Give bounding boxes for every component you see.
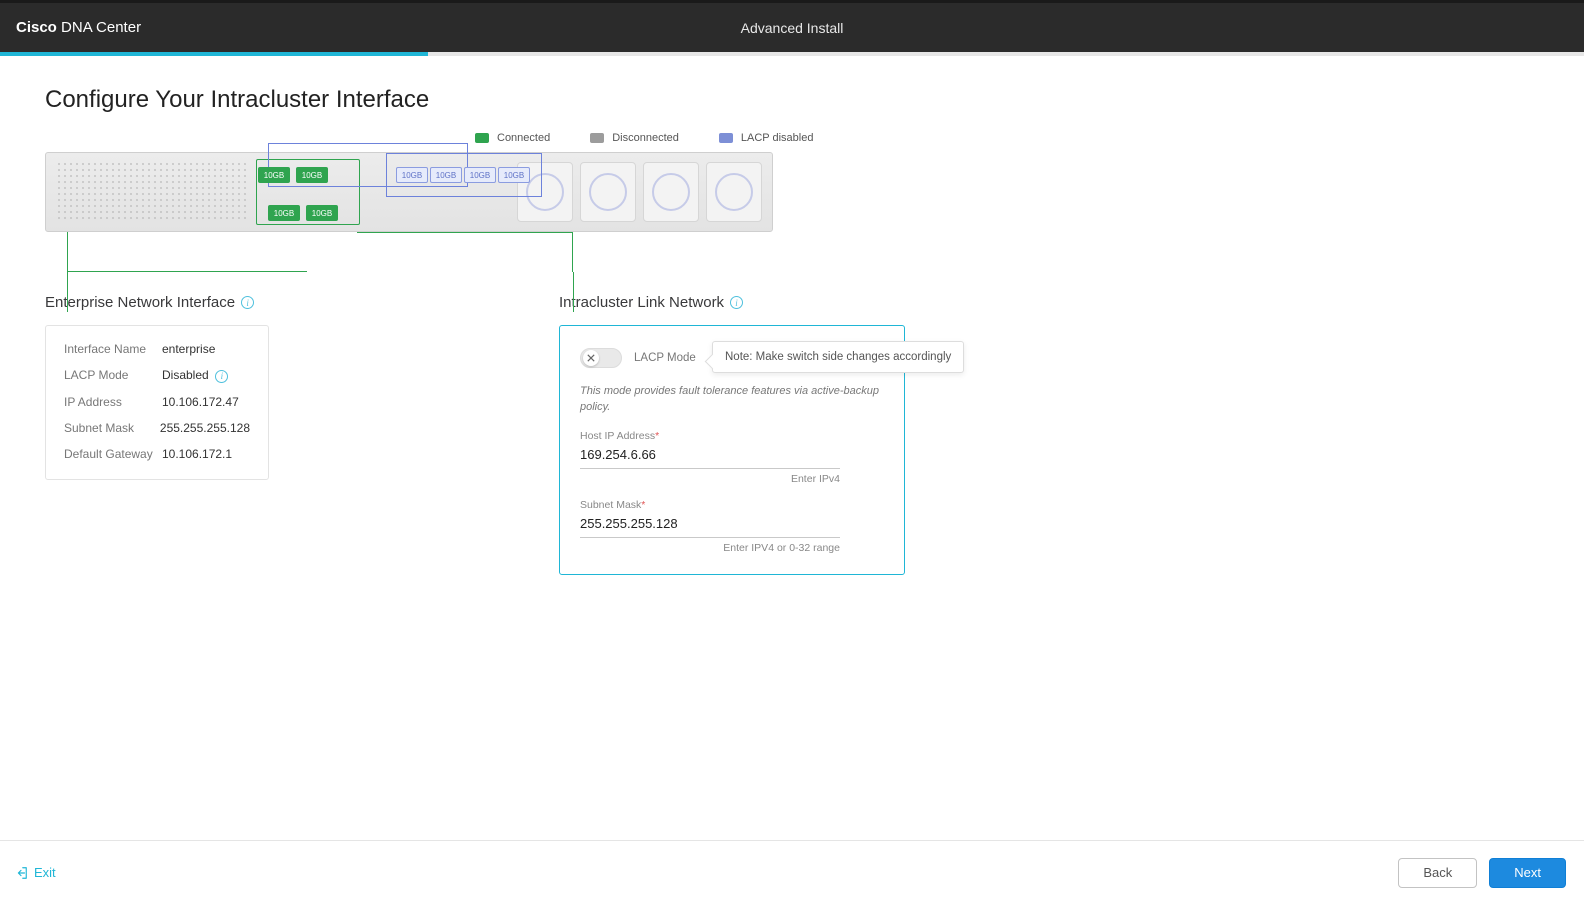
fan-icon — [589, 173, 627, 211]
info-icon[interactable]: i — [215, 370, 228, 383]
page-title: Configure Your Intracluster Interface — [45, 86, 1539, 114]
k-label: Interface Name — [64, 342, 162, 356]
kv-interface-name: Interface Nameenterprise — [64, 342, 250, 356]
server-right — [506, 153, 772, 231]
subnet-mask-label-text: Subnet Mask — [580, 499, 641, 511]
subnet-mask-label: Subnet Mask* — [580, 499, 884, 511]
kv-mask: Subnet Mask255.255.255.128 — [64, 421, 250, 435]
v-value: enterprise — [162, 342, 215, 356]
top-bar: Cisco DNA Center Advanced Install — [0, 0, 1584, 52]
fan-module — [706, 162, 762, 222]
ports-lacp: 10GB 10GB 10GB 10GB — [396, 167, 530, 183]
ports-top: 10GB 10GB — [258, 167, 328, 183]
port-10gb[interactable]: 10GB — [258, 167, 290, 183]
enterprise-title: Enterprise Network Interface i — [45, 294, 269, 311]
port-10gb-lacp[interactable]: 10GB — [396, 167, 428, 183]
wire-enterprise-drop — [67, 272, 68, 312]
kv-gateway: Default Gateway10.106.172.1 — [64, 447, 250, 461]
info-icon[interactable]: i — [730, 296, 743, 309]
info-icon[interactable]: i — [241, 296, 254, 309]
main-content: Configure Your Intracluster Interface Co… — [0, 56, 1584, 605]
legend-disconnected: Disconnected — [590, 132, 679, 144]
v-value: Disabled i — [162, 368, 228, 383]
exit-icon — [14, 866, 28, 880]
k-label: Default Gateway — [64, 447, 162, 461]
fan-module — [580, 162, 636, 222]
v-value: 10.106.172.47 — [162, 395, 239, 409]
page-mode-title: Advanced Install — [741, 20, 844, 36]
intracluster-card: LACP Mode Note: Make switch side changes… — [559, 325, 905, 575]
required-asterisk: * — [655, 430, 659, 442]
intracluster-title-text: Intracluster Link Network — [559, 294, 724, 311]
fan-module — [643, 162, 699, 222]
wire-enterprise — [67, 232, 307, 272]
server-diagram: 10GB 10GB 10GB 10GB 10GB 10GB 10GB 10GB — [45, 152, 775, 282]
port-10gb-lacp[interactable]: 10GB — [498, 167, 530, 183]
host-ip-label-text: Host IP Address — [580, 430, 655, 442]
wire-intracluster-drop — [573, 272, 574, 312]
legend-lacp-label: LACP disabled — [741, 132, 814, 144]
host-ip-hint: Enter IPv4 — [580, 473, 840, 485]
k-label: Subnet Mask — [64, 421, 160, 435]
legend-connected-label: Connected — [497, 132, 550, 144]
wire-intracluster — [357, 232, 573, 272]
ports-bottom: 10GB 10GB — [268, 205, 338, 221]
x-icon — [587, 354, 595, 362]
lacp-tooltip: Note: Make switch side changes according… — [712, 341, 964, 373]
legend-lacp: LACP disabled — [719, 132, 814, 144]
sections-row: Enterprise Network Interface i Interface… — [45, 294, 1539, 575]
fan-icon — [652, 173, 690, 211]
v-value: 10.106.172.1 — [162, 447, 232, 461]
lacp-toggle-label: LACP Mode — [634, 352, 696, 364]
server-chassis: 10GB 10GB 10GB 10GB 10GB 10GB 10GB 10GB — [45, 152, 773, 232]
brand-bold: Cisco — [16, 19, 57, 36]
kv-lacp-mode: LACP ModeDisabled i — [64, 368, 250, 383]
port-10gb[interactable]: 10GB — [306, 205, 338, 221]
footer-buttons: Back Next — [1398, 858, 1566, 888]
subnet-mask-hint: Enter IPV4 or 0-32 range — [580, 542, 840, 554]
toggle-knob — [583, 350, 599, 366]
k-label: LACP Mode — [64, 368, 162, 383]
required-asterisk: * — [641, 499, 645, 511]
next-button[interactable]: Next — [1489, 858, 1566, 888]
enterprise-card: Interface Nameenterprise LACP ModeDisabl… — [45, 325, 269, 480]
legend-connected: Connected — [475, 132, 550, 144]
exit-label: Exit — [34, 865, 56, 880]
vent-grid-icon — [56, 161, 246, 223]
tooltip-text: Note: Make switch side changes according… — [725, 351, 951, 363]
subnet-mask-field: Subnet Mask* Enter IPV4 or 0-32 range — [580, 499, 884, 554]
brand: Cisco DNA Center — [16, 19, 141, 36]
swatch-blue-icon — [719, 133, 733, 143]
lacp-value: Disabled — [162, 368, 209, 382]
host-ip-input[interactable] — [580, 442, 840, 469]
kv-ip: IP Address10.106.172.47 — [64, 395, 250, 409]
port-10gb-lacp[interactable]: 10GB — [430, 167, 462, 183]
host-ip-label: Host IP Address* — [580, 430, 884, 442]
brand-light: DNA Center — [57, 19, 141, 36]
enterprise-section: Enterprise Network Interface i Interface… — [45, 294, 269, 575]
enterprise-title-text: Enterprise Network Interface — [45, 294, 235, 311]
fan-icon — [715, 173, 753, 211]
lacp-toggle[interactable] — [580, 348, 622, 368]
port-10gb-lacp[interactable]: 10GB — [464, 167, 496, 183]
swatch-green-icon — [475, 133, 489, 143]
back-button[interactable]: Back — [1398, 858, 1477, 888]
server-left: 10GB 10GB 10GB 10GB 10GB 10GB 10GB 10GB — [46, 153, 506, 231]
legend-disconnected-label: Disconnected — [612, 132, 679, 144]
host-ip-field: Host IP Address* Enter IPv4 — [580, 430, 884, 485]
v-value: 255.255.255.128 — [160, 421, 250, 435]
subnet-mask-input[interactable] — [580, 511, 840, 538]
footer: Exit Back Next — [0, 840, 1584, 904]
mode-description: This mode provides fault tolerance featu… — [580, 384, 884, 416]
intracluster-title: Intracluster Link Network i — [559, 294, 905, 311]
exit-button[interactable]: Exit — [14, 865, 56, 880]
port-10gb[interactable]: 10GB — [296, 167, 328, 183]
intracluster-section: Intracluster Link Network i LACP Mode No… — [559, 294, 905, 575]
port-10gb[interactable]: 10GB — [268, 205, 300, 221]
k-label: IP Address — [64, 395, 162, 409]
legend: Connected Disconnected LACP disabled — [475, 132, 1539, 144]
swatch-gray-icon — [590, 133, 604, 143]
